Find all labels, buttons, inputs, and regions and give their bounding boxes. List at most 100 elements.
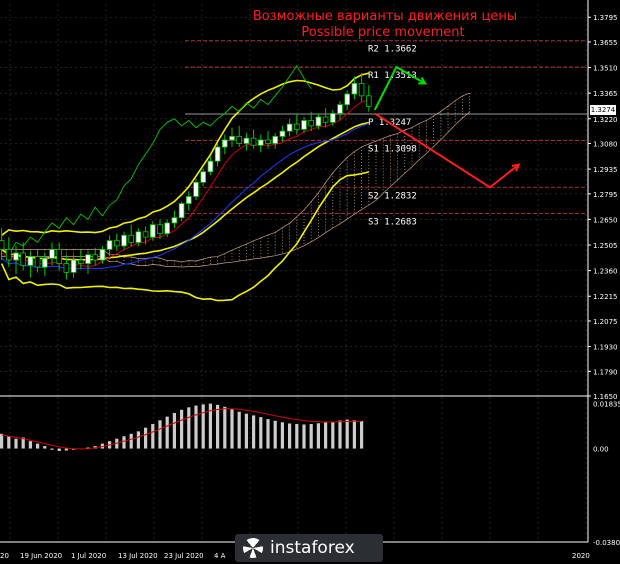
- candle-body: [27, 256, 34, 266]
- chikou-line: [0, 64, 312, 256]
- oscillator-bar: [259, 417, 263, 449]
- candle-body: [49, 249, 55, 259]
- price-tick-label: 1.3510: [593, 65, 618, 73]
- oscillator-bar: [237, 411, 241, 449]
- pivot-label-s1: S1 1.3098: [368, 144, 417, 154]
- oscillator-bar: [172, 412, 176, 449]
- candles: [0, 72, 372, 280]
- oscillator-bar: [64, 448, 68, 451]
- candle-body: [99, 249, 106, 261]
- candle-body: [351, 83, 358, 95]
- oscillator-panel: [0, 403, 364, 452]
- oscillator-bar: [14, 438, 18, 449]
- candle-body: [265, 139, 271, 144]
- pivot-label-r2: R2 1.3662: [368, 45, 417, 55]
- oscillator-bar: [158, 420, 162, 449]
- ema-slow: [1, 122, 369, 270]
- oscillator-bar: [43, 446, 47, 449]
- oscillator-bar: [230, 409, 234, 449]
- oscillator-bar: [223, 406, 227, 449]
- oscillator-bar: [50, 448, 54, 450]
- price-tick-label: 1.3365: [593, 90, 618, 98]
- oscillator-bar: [331, 421, 335, 449]
- price-tick-label: 1.1790: [593, 368, 618, 376]
- price-tick-label: 1.2935: [593, 166, 618, 174]
- candle-body: [344, 93, 350, 106]
- price-tick-label: 1.3220: [593, 116, 618, 124]
- oscillator-bar: [151, 424, 155, 449]
- watermark-logo: instaforex: [235, 534, 383, 562]
- candle-body: [106, 240, 113, 250]
- current-price-label: 1.3274: [590, 105, 616, 115]
- candle-body: [157, 224, 163, 234]
- oscillator-bar: [28, 441, 32, 449]
- candle-body: [20, 252, 26, 266]
- date-tick-label: 19 Jun 2020: [20, 552, 62, 560]
- candle-body: [193, 181, 199, 197]
- candle-body: [114, 240, 120, 247]
- oscillator-bar: [266, 419, 270, 449]
- title-ru: Возможные варианты движения цены: [253, 9, 517, 24]
- osc-tick-label: -0.03807: [593, 539, 620, 547]
- candle-body: [329, 113, 336, 123]
- price-tick-label: 1.2650: [593, 216, 618, 224]
- title-en: Possible price movement: [301, 25, 464, 40]
- candle-body: [315, 116, 322, 127]
- candle-body: [272, 136, 278, 144]
- candle-body: [13, 252, 19, 261]
- bollinger-upper: [1, 72, 369, 236]
- candle-body: [358, 83, 365, 97]
- oscillator-bar: [136, 431, 140, 449]
- price-tick-label: 1.1930: [593, 344, 618, 352]
- oscillator-bar: [302, 424, 306, 449]
- candle-body: [207, 160, 214, 173]
- chart-window: R2 1.3662 R1 1.3513 P 1.3247 S1 1.3098 S2 1.…: [0, 0, 620, 564]
- candle-body: [135, 231, 142, 243]
- oscillator-bar: [0, 433, 4, 449]
- osc-tick-label: 0.00: [593, 446, 609, 454]
- candle-body: [279, 130, 286, 137]
- candle-body: [214, 146, 221, 162]
- candle-body: [63, 263, 70, 273]
- date-tick-label: 1 Jul 2020: [71, 552, 106, 560]
- candle-body: [243, 137, 250, 144]
- candle-body: [293, 123, 300, 130]
- candle-body: [365, 95, 372, 107]
- oscillator-bar: [352, 420, 356, 449]
- candle-body: [0, 240, 5, 250]
- pivot-label-s2: S2 1.2832: [368, 191, 417, 201]
- candle-body: [301, 120, 307, 130]
- oscillator-bar: [273, 420, 277, 449]
- oscillator-bar: [7, 436, 11, 449]
- candle-body: [178, 203, 185, 219]
- candle-body: [250, 137, 257, 146]
- date-tick-label: 4 A: [214, 552, 226, 560]
- candle-body: [171, 217, 178, 224]
- oscillator-bar: [201, 404, 205, 449]
- oscillator-bar: [252, 415, 256, 449]
- candle-body: [34, 256, 41, 268]
- date-tick-label: 23 Jul 2020: [164, 552, 204, 560]
- oscillator-bar: [36, 443, 40, 449]
- oscillator-bar: [144, 427, 148, 449]
- price-tick-label: 1.2505: [593, 242, 618, 250]
- candle-body: [78, 259, 84, 264]
- oscillator-bar: [216, 404, 220, 449]
- price-tick-label: 1.2795: [593, 191, 618, 199]
- oscillator-bar: [187, 407, 191, 449]
- chart-canvas: R2 1.3662R1 1.3513P 1.3247S1 1.3098S2 1.…: [0, 0, 620, 560]
- candle-body: [322, 116, 329, 123]
- candle-body: [128, 234, 135, 243]
- date-tick-label: 13 Jul 2020: [118, 552, 158, 560]
- candle-body: [185, 196, 192, 204]
- oscillator-bar: [295, 424, 299, 449]
- candle-body: [286, 123, 293, 132]
- candle-body: [56, 249, 62, 264]
- price-tick-label: 1.2215: [593, 293, 618, 301]
- watermark-text: instaforex: [270, 538, 355, 558]
- candle-body: [70, 259, 77, 273]
- candle-body: [236, 136, 243, 144]
- oscillator-bar: [288, 423, 292, 449]
- oscillator-bar: [360, 421, 364, 449]
- candle-body: [164, 222, 171, 234]
